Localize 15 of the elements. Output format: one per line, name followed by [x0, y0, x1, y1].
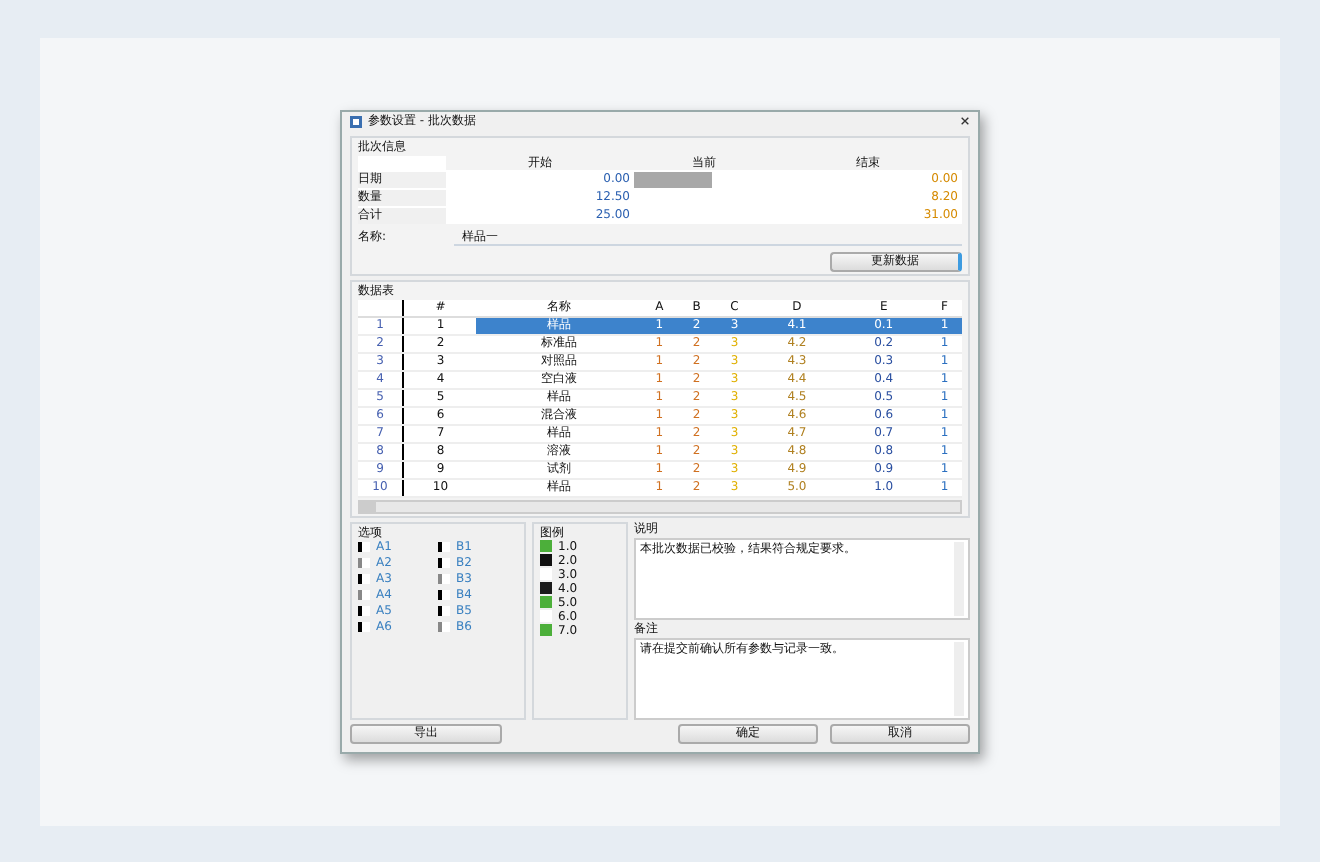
checkbox[interactable] [358, 541, 370, 551]
checkbox[interactable] [358, 573, 370, 583]
checkbox[interactable] [438, 557, 450, 567]
checkbox[interactable] [358, 621, 370, 631]
checkbox[interactable] [438, 589, 450, 599]
checkbox[interactable] [438, 573, 450, 583]
checkbox[interactable] [358, 605, 370, 615]
checkbox[interactable] [438, 541, 450, 551]
checkbox[interactable] [358, 589, 370, 599]
checkbox[interactable] [438, 605, 450, 615]
checkbox[interactable] [438, 621, 450, 631]
scrollbar[interactable] [358, 499, 962, 513]
app-icon [350, 115, 362, 127]
close-icon[interactable] [960, 116, 970, 126]
checkbox[interactable] [358, 557, 370, 567]
